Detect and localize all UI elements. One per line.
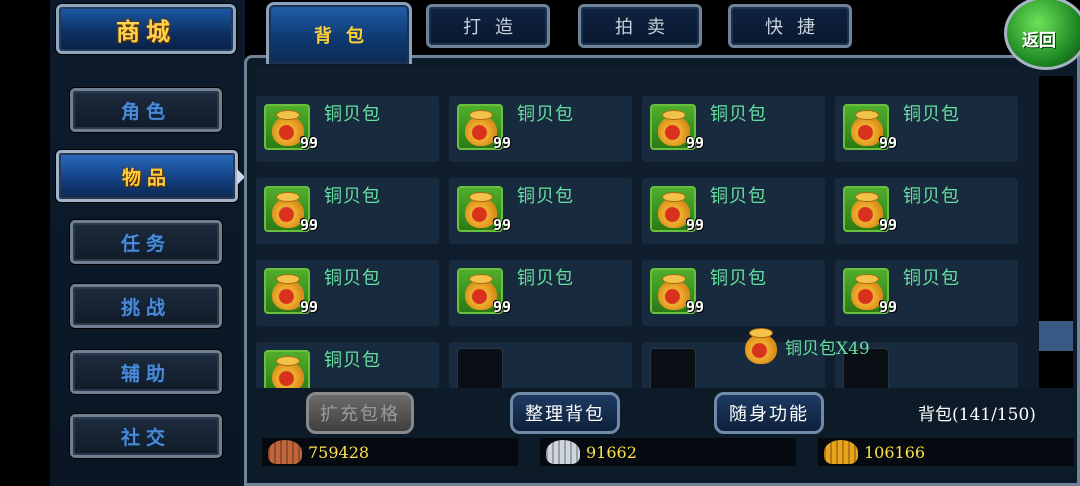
currency-value: 106166 xyxy=(864,442,926,462)
button-label: 随身功能 xyxy=(729,404,809,425)
sidebar-item-label: 挑战 xyxy=(120,296,171,319)
currency-value: 759428 xyxy=(308,442,370,462)
item-quantity: 99 xyxy=(300,216,319,234)
item-name: 铜贝包 xyxy=(710,186,767,207)
tooltip-text: 铜贝包X49 xyxy=(785,338,870,359)
item-quantity: 99 xyxy=(686,134,705,152)
tab-label: 拍卖 xyxy=(615,17,679,38)
currency-gold: 106166 xyxy=(818,438,1074,466)
inventory-scrollbar[interactable] xyxy=(1039,76,1073,388)
inventory-slot[interactable]: 99 铜贝包 xyxy=(835,178,1018,244)
shop-label: 商城 xyxy=(116,16,176,46)
item-name: 铜贝包 xyxy=(517,268,574,289)
item-quantity: 99 xyxy=(300,134,319,152)
sidebar-item-assist[interactable]: 辅助 xyxy=(70,350,222,394)
tab-forge[interactable]: 打造 xyxy=(426,4,550,48)
tab-label: 背包 xyxy=(314,25,378,47)
item-name: 铜贝包 xyxy=(324,350,381,371)
tab-backpack[interactable]: 背包 xyxy=(266,2,412,64)
item-name: 铜贝包 xyxy=(324,186,381,207)
tab-shortcut[interactable]: 快捷 xyxy=(728,4,852,48)
inventory-slot[interactable]: 99 铜贝包 xyxy=(835,260,1018,326)
inventory-slot[interactable]: 99 铜贝包 xyxy=(449,178,632,244)
sidebar: 商城 角色 物品 任务 挑战 辅助 社交 xyxy=(50,0,245,486)
currency-silver: 91662 xyxy=(540,438,796,466)
copper-bag-icon xyxy=(741,326,781,366)
inventory-slot[interactable]: 铜贝包 xyxy=(256,342,439,388)
copper-bag-icon xyxy=(264,350,310,388)
button-label: 扩充包格 xyxy=(320,404,400,425)
inventory-footer: 扩充包格 整理背包 随身功能 背包(141/150) xyxy=(256,388,1076,438)
item-name: 铜贝包 xyxy=(324,268,381,289)
button-label: 整理背包 xyxy=(525,404,605,425)
copper-shell-icon xyxy=(268,440,302,464)
item-quantity: 99 xyxy=(493,298,512,316)
scroll-thumb[interactable] xyxy=(1039,321,1073,351)
item-name: 铜贝包 xyxy=(903,268,960,289)
shop-button[interactable]: 商城 xyxy=(56,4,236,54)
inventory-slot[interactable]: 99 铜贝包 xyxy=(835,96,1018,162)
inventory-slot[interactable]: 99 铜贝包 xyxy=(642,260,825,326)
empty-slot-frame xyxy=(457,348,503,388)
empty-slot[interactable] xyxy=(449,342,632,388)
sidebar-item-label: 社交 xyxy=(120,426,171,449)
sidebar-item-label: 物品 xyxy=(121,166,172,189)
sidebar-item-character[interactable]: 角色 xyxy=(70,88,222,132)
sidebar-item-label: 辅助 xyxy=(120,362,171,385)
item-quantity: 99 xyxy=(879,216,898,234)
currency-copper: 759428 xyxy=(262,438,518,466)
item-quantity: 99 xyxy=(686,298,705,316)
item-name: 铜贝包 xyxy=(903,186,960,207)
item-quantity: 99 xyxy=(493,216,512,234)
inventory-slot[interactable]: 99 铜贝包 xyxy=(256,178,439,244)
item-name: 铜贝包 xyxy=(710,104,767,125)
sidebar-item-label: 任务 xyxy=(120,232,171,255)
item-name: 铜贝包 xyxy=(903,104,960,125)
tab-label: 打造 xyxy=(463,17,527,38)
sidebar-item-social[interactable]: 社交 xyxy=(70,414,222,458)
expand-slots-button: 扩充包格 xyxy=(306,392,414,434)
inventory-slot[interactable]: 99 铜贝包 xyxy=(642,96,825,162)
silver-shell-icon xyxy=(546,440,580,464)
screen-margin xyxy=(0,0,50,486)
sidebar-item-label: 角色 xyxy=(120,100,171,123)
item-name: 铜贝包 xyxy=(710,268,767,289)
inventory-slot[interactable]: 99 铜贝包 xyxy=(642,178,825,244)
gold-shell-icon xyxy=(824,440,858,464)
item-name: 铜贝包 xyxy=(517,186,574,207)
currency-value: 91662 xyxy=(586,442,637,462)
item-quantity: 99 xyxy=(879,134,898,152)
sidebar-item-challenge[interactable]: 挑战 xyxy=(70,284,222,328)
empty-slot-frame xyxy=(650,348,696,388)
sidebar-item-items[interactable]: 物品 xyxy=(56,150,245,202)
portable-functions-button[interactable]: 随身功能 xyxy=(714,392,824,434)
back-label: 返回 xyxy=(1022,30,1056,51)
item-quantity: 99 xyxy=(686,216,705,234)
inventory-slot[interactable]: 99 铜贝包 xyxy=(449,260,632,326)
item-quantity: 99 xyxy=(300,298,319,316)
item-quantity: 99 xyxy=(879,298,898,316)
sort-backpack-button[interactable]: 整理背包 xyxy=(510,392,620,434)
item-tooltip: 铜贝包X49 xyxy=(741,326,870,366)
item-name: 铜贝包 xyxy=(324,104,381,125)
item-name: 铜贝包 xyxy=(517,104,574,125)
sidebar-item-quests[interactable]: 任务 xyxy=(70,220,222,264)
inventory-slot[interactable]: 99 铜贝包 xyxy=(256,96,439,162)
tab-label: 快捷 xyxy=(765,17,829,38)
inventory-slot[interactable]: 99 铜贝包 xyxy=(256,260,439,326)
tab-auction[interactable]: 拍卖 xyxy=(578,4,702,48)
item-quantity: 99 xyxy=(493,134,512,152)
inventory-slot[interactable]: 99 铜贝包 xyxy=(449,96,632,162)
inventory-grid: 99 铜贝包 99 铜贝包 99 铜贝包 99 铜贝包 99 铜贝包 99 铜贝包 99 铜贝包 99 铜贝包… xyxy=(256,66,1042,388)
backpack-capacity: 背包(141/150) xyxy=(918,405,1036,425)
